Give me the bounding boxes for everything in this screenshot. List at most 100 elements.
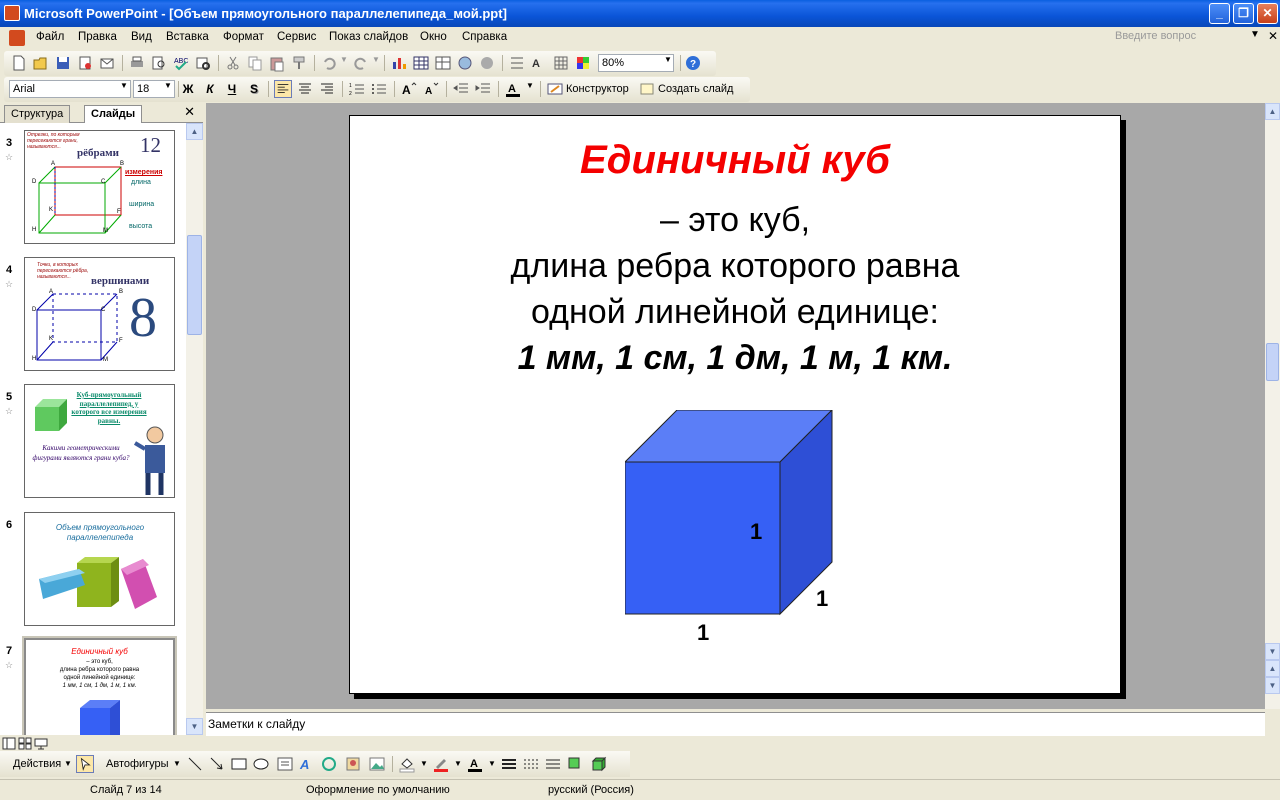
slide-units-line[interactable]: 1 мм, 1 см, 1 дм, 1 м, 1 км. [350, 339, 1120, 378]
sorter-view-icon[interactable] [18, 737, 32, 750]
diagram-icon[interactable] [320, 755, 338, 773]
slide-thumbnail-7[interactable]: Единичный куб – это куб, длина ребра кот… [22, 636, 177, 735]
menu-tools[interactable]: Сервис [277, 31, 316, 43]
arrow-icon[interactable] [208, 755, 226, 773]
line-style-icon[interactable] [500, 755, 518, 773]
print-preview-icon[interactable] [150, 54, 168, 72]
align-center-icon[interactable] [296, 80, 314, 98]
email-icon[interactable] [98, 54, 116, 72]
underline-button[interactable]: Ч [222, 80, 242, 98]
new-slide-button[interactable]: Создать слайд [658, 83, 733, 95]
scroll-down-icon[interactable]: ▼ [1265, 643, 1280, 660]
next-slide-icon[interactable]: ▼ [1265, 677, 1280, 694]
research-icon[interactable] [194, 54, 212, 72]
rectangle-icon[interactable] [230, 755, 248, 773]
paste-icon[interactable] [268, 54, 286, 72]
close-document-icon[interactable]: ✕ [1268, 29, 1278, 43]
scroll-up-icon[interactable]: ▲ [186, 123, 203, 140]
show-grid-icon[interactable] [552, 54, 570, 72]
undo-icon[interactable] [320, 54, 338, 72]
unit-cube-image[interactable] [625, 410, 835, 616]
line-icon[interactable] [186, 755, 204, 773]
zoom-select[interactable]: 80% [598, 54, 674, 72]
document-icon[interactable] [9, 30, 25, 46]
3d-style-icon[interactable] [590, 755, 608, 773]
bullets-icon[interactable] [370, 80, 388, 98]
slide-thumbnail-3[interactable]: Отрезки, по которым пересекаются грани, … [24, 130, 175, 244]
font-name-select[interactable]: Arial [9, 80, 131, 98]
insert-diagram-icon[interactable] [456, 54, 474, 72]
slideshow-view-icon[interactable] [34, 737, 48, 750]
notes-pane[interactable]: Заметки к слайду [206, 712, 1265, 736]
scrollbar-thumb[interactable] [1266, 343, 1279, 381]
slide-thumbnail-4[interactable]: Точки, в которых пересекаются рёбра, наз… [24, 257, 175, 371]
redo-icon[interactable] [352, 54, 370, 72]
previous-slide-icon[interactable]: ▲ [1265, 660, 1280, 677]
shadow-button[interactable]: S [244, 80, 264, 98]
scroll-up-icon[interactable]: ▲ [1265, 103, 1280, 120]
new-document-icon[interactable] [10, 54, 28, 72]
align-right-icon[interactable] [318, 80, 336, 98]
scroll-down-icon[interactable]: ▼ [186, 718, 203, 735]
chevron-down-icon[interactable]: ▼ [173, 759, 181, 768]
open-folder-icon[interactable] [32, 54, 50, 72]
menu-format[interactable]: Формат [223, 31, 264, 43]
designer-icon[interactable] [546, 80, 564, 98]
spelling-icon[interactable]: ABC [172, 54, 190, 72]
format-painter-icon[interactable] [290, 54, 308, 72]
line-color-icon[interactable] [432, 755, 450, 773]
expand-all-icon[interactable] [508, 54, 526, 72]
chevron-down-icon[interactable]: ▼ [420, 759, 428, 768]
wordart-icon[interactable]: A [298, 755, 316, 773]
slide-title[interactable]: Единичный куб [350, 138, 1120, 183]
save-icon[interactable] [54, 54, 72, 72]
slide-text-line[interactable]: длина ребра которого равна [350, 247, 1120, 286]
increase-indent-icon[interactable] [474, 80, 492, 98]
menu-insert[interactable]: Вставка [166, 31, 209, 43]
designer-button[interactable]: Конструктор [566, 83, 629, 95]
decrease-font-icon[interactable]: A [422, 80, 440, 98]
clipart-icon[interactable] [344, 755, 362, 773]
size-dropdown-icon[interactable]: ▼ [164, 81, 172, 90]
slide-thumbnail-5[interactable]: Куб-прямоугольный параллелепипед, у кото… [24, 384, 175, 498]
font-color-dropdown-icon[interactable]: ▼ [526, 81, 534, 90]
menu-edit[interactable]: Правка [78, 31, 117, 43]
picture-icon[interactable] [368, 755, 386, 773]
menu-slideshow[interactable]: Показ слайдов [329, 31, 408, 43]
slide-thumbnail-6[interactable]: Объем прямоугольного параллелепипеда [24, 512, 175, 626]
undo-dropdown-icon[interactable]: ▼ [340, 55, 348, 64]
oval-icon[interactable] [252, 755, 270, 773]
maximize-button[interactable]: ❐ [1233, 3, 1254, 24]
insert-chart-icon[interactable] [390, 54, 408, 72]
color-grayscale-icon[interactable] [574, 54, 592, 72]
thumbnails-scrollbar[interactable]: ▲ ▼ [186, 123, 203, 735]
tab-outline[interactable]: Структура [4, 105, 71, 123]
insert-table-icon[interactable] [412, 54, 430, 72]
autoshapes-menu[interactable]: Автофигуры [106, 758, 169, 770]
font-color-icon[interactable]: A [466, 755, 484, 773]
increase-font-icon[interactable]: A [400, 80, 418, 98]
select-objects-icon[interactable] [76, 755, 94, 773]
slide-scrollbar[interactable]: ▲ ▼ ▲ ▼ [1265, 103, 1280, 709]
normal-view-icon[interactable] [2, 737, 16, 750]
menu-help[interactable]: Справка [462, 31, 507, 43]
show-formatting-icon[interactable]: A [530, 54, 548, 72]
dash-style-icon[interactable] [522, 755, 540, 773]
italic-button[interactable]: К [200, 80, 220, 98]
textbox-icon[interactable] [276, 755, 294, 773]
help-icon[interactable]: ? [684, 54, 702, 72]
close-button[interactable]: ✕ [1257, 3, 1278, 24]
shadow-style-icon[interactable] [566, 755, 584, 773]
chevron-down-icon[interactable]: ▼ [488, 759, 496, 768]
font-dropdown-icon[interactable]: ▼ [120, 81, 128, 90]
slide-text-line[interactable]: – это куб, [350, 201, 1120, 240]
tab-slides[interactable]: Слайды [84, 105, 143, 123]
powerpoint-app-icon[interactable] [4, 5, 20, 21]
scrollbar-thumb[interactable] [187, 235, 202, 335]
chevron-down-icon[interactable]: ▼ [64, 759, 72, 768]
align-left-icon[interactable] [274, 80, 292, 98]
new-slide-icon[interactable] [638, 80, 656, 98]
redo-dropdown-icon[interactable]: ▼ [372, 55, 380, 64]
menu-file[interactable]: Файл [36, 31, 64, 43]
current-slide[interactable]: Единичный куб – это куб, длина ребра кот… [349, 115, 1121, 694]
